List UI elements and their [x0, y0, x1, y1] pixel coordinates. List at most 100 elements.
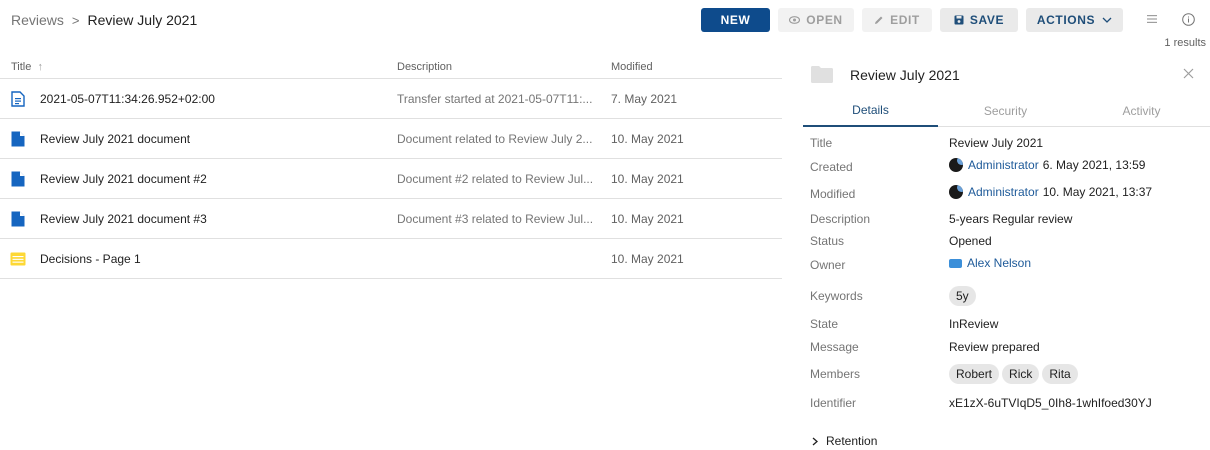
list-item-title: Review July 2021 document #3	[40, 212, 207, 226]
actions-menu-button[interactable]: ACTIONS	[1026, 8, 1123, 32]
property-value: Robert Rick Rita	[949, 364, 1081, 384]
yellow-page-icon	[8, 239, 28, 279]
chevron-down-icon	[1102, 17, 1112, 23]
blue-document-icon	[8, 119, 28, 159]
list-view-icon[interactable]	[1143, 10, 1161, 28]
property-value: Opened	[949, 234, 992, 248]
actions-button-label: ACTIONS	[1036, 13, 1096, 27]
property-value: Review July 2021	[949, 136, 1044, 150]
breadcrumb-parent-link[interactable]: Reviews	[11, 12, 64, 28]
save-button[interactable]: SAVE	[940, 8, 1018, 32]
open-button-label: OPEN	[806, 13, 843, 27]
user-card-icon	[949, 258, 962, 268]
edit-button-label: EDIT	[890, 13, 920, 27]
user-link[interactable]: Administrator	[968, 185, 1039, 199]
blue-document-icon	[8, 159, 28, 199]
tab-security[interactable]: Security	[938, 95, 1073, 127]
property-value: 5-years Regular review	[949, 212, 1073, 226]
list-item-title: Review July 2021 document #2	[40, 172, 207, 186]
folder-icon	[811, 66, 833, 86]
list-item-modified: 10. May 2021	[611, 212, 684, 226]
floppy-disk-icon	[954, 15, 964, 25]
pencil-icon	[874, 15, 884, 25]
property-label: Message	[810, 340, 859, 354]
list-item[interactable]: Review July 2021 document #2 Document #2…	[0, 159, 782, 199]
column-header-modified[interactable]: Modified	[611, 61, 653, 73]
keyword-chip: 5y	[949, 286, 976, 306]
property-label: Status	[810, 234, 845, 248]
list-item-description: Document related to Review July 2...	[397, 132, 593, 146]
list-item-description	[397, 239, 597, 279]
list-item-modified: 10. May 2021	[611, 252, 684, 266]
list-item-description: Transfer started at 2021-05-07T11:...	[397, 92, 593, 106]
property-value: Administrator 6. May 2021, 13:59	[949, 158, 1145, 172]
list-item-title: 2021-05-07T11:34:26.952+02:00	[40, 92, 215, 106]
member-chip: Rita	[1042, 364, 1078, 384]
tab-details[interactable]: Details	[803, 95, 938, 127]
property-label: Owner	[810, 258, 846, 272]
list-item-modified: 10. May 2021	[611, 172, 684, 186]
property-value: Review prepared	[949, 340, 1040, 354]
breadcrumb-separator: >	[71, 12, 80, 28]
toolbar: NEW OPEN EDIT SAVE ACTIONS	[701, 8, 1123, 32]
property-label: Members	[810, 367, 861, 381]
property-value: 5y	[949, 286, 979, 306]
modified-date: 10. May 2021, 13:37	[1042, 185, 1153, 199]
document-list: Title ↑ Description Modified 2021-05-07T…	[0, 55, 782, 279]
details-panel-header: Review July 2021	[803, 55, 1210, 95]
details-tabs: Details Security Activity	[803, 95, 1210, 127]
save-button-label: SAVE	[969, 13, 1005, 27]
list-item[interactable]: Decisions - Page 1 10. May 2021	[0, 239, 782, 279]
list-item-modified: 7. May 2021	[611, 92, 678, 106]
property-value: Alex Nelson	[949, 256, 1031, 270]
avatar	[949, 158, 963, 172]
list-item-description: Document #3 related to Review Jul...	[397, 212, 594, 226]
column-header-title[interactable]: Title ↑	[11, 61, 43, 73]
new-button-label: NEW	[720, 13, 751, 27]
eye-icon	[789, 16, 801, 24]
property-label: Created	[810, 160, 853, 174]
avatar	[949, 185, 963, 199]
list-item[interactable]: Review July 2021 document Document relat…	[0, 119, 782, 159]
user-link[interactable]: Administrator	[968, 158, 1039, 172]
property-label: Identifier	[810, 396, 857, 410]
open-button[interactable]: OPEN	[778, 8, 854, 32]
property-label: Description	[810, 212, 871, 226]
details-panel-title: Review July 2021	[850, 67, 960, 83]
member-chip: Robert	[949, 364, 1000, 384]
column-header-description[interactable]: Description	[397, 61, 452, 73]
text-document-icon	[8, 79, 28, 119]
property-value: Administrator 10. May 2021, 13:37	[949, 185, 1152, 199]
sort-ascending-icon: ↑	[37, 60, 43, 73]
member-chip: Rick	[1002, 364, 1040, 384]
blue-document-icon	[8, 199, 28, 239]
edit-button[interactable]: EDIT	[862, 8, 932, 32]
details-panel: Review July 2021 Details Security Activi…	[803, 55, 1210, 450]
list-item-title: Review July 2021 document	[40, 132, 191, 146]
property-label: Keywords	[810, 289, 863, 303]
list-item-title: Decisions - Page 1	[40, 252, 141, 266]
breadcrumb-current: Review July 2021	[87, 12, 198, 28]
breadcrumb: Reviews > Review July 2021	[11, 10, 197, 30]
list-item[interactable]: Review July 2021 document #3 Document #3…	[0, 199, 782, 239]
property-label: Modified	[810, 187, 856, 201]
property-label: State	[810, 317, 839, 331]
new-button[interactable]: NEW	[701, 8, 770, 32]
list-item-modified: 10. May 2021	[611, 132, 684, 146]
chevron-right-icon	[812, 437, 818, 446]
info-icon[interactable]	[1179, 10, 1197, 28]
column-title-label: Title	[11, 60, 32, 73]
close-icon[interactable]	[1183, 68, 1194, 82]
retention-section-toggle[interactable]: Retention	[812, 434, 877, 448]
results-count: 1 results	[1164, 37, 1206, 49]
list-header: Title ↑ Description Modified	[0, 55, 782, 79]
list-item[interactable]: 2021-05-07T11:34:26.952+02:00 Transfer s…	[0, 79, 782, 119]
property-label: Title	[810, 136, 833, 150]
property-value: InReview	[949, 317, 999, 331]
created-date: 6. May 2021, 13:59	[1042, 158, 1146, 172]
retention-label: Retention	[826, 434, 878, 448]
tab-activity[interactable]: Activity	[1073, 95, 1210, 127]
list-item-description: Document #2 related to Review Jul...	[397, 172, 594, 186]
owner-link[interactable]: Alex Nelson	[967, 256, 1031, 270]
property-value: xE1zX-6uTVIqD5_0Ih8-1whIfoed30YJ	[949, 396, 1152, 410]
